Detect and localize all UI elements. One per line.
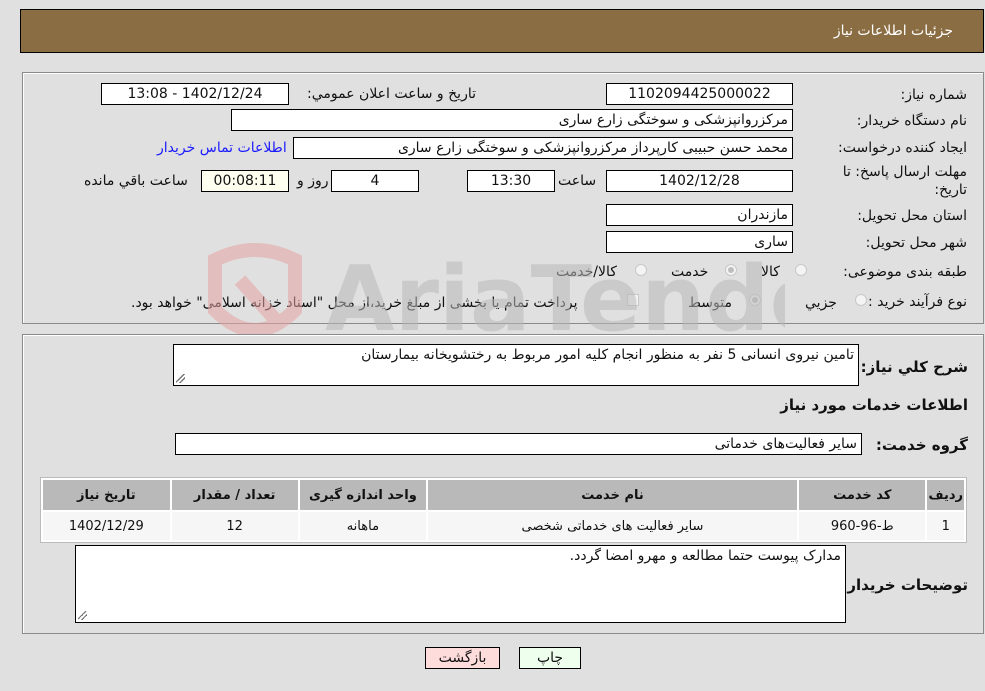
page-title: جزئیات اطلاعات نیاز xyxy=(833,23,953,39)
print-button[interactable]: چاپ xyxy=(519,647,581,669)
city-field[interactable]: ساری xyxy=(606,231,793,253)
process-radio-minor[interactable] xyxy=(855,294,867,306)
deadline-label-2: تاریخ: xyxy=(934,182,967,198)
process-label: نوع فرآیند خرید : xyxy=(868,294,967,310)
col-header-quantity: تعداد / مقدار xyxy=(171,480,298,510)
category-option-goods: کالا xyxy=(761,264,780,280)
need-number-field[interactable]: 1102094425000022 xyxy=(606,83,793,105)
services-table: رديف کد خدمت نام خدمت واحد اندازه گیری ت… xyxy=(40,477,967,543)
category-option-goods-service: کالا/خدمت xyxy=(556,264,617,280)
description-label: شرح كلي نياز: xyxy=(860,358,968,376)
description-text: تامین نیروی انسانی 5 نفر به منظور انجام … xyxy=(361,347,854,363)
deadline-label: مهلت ارسال پاسخ: تا xyxy=(842,164,967,180)
category-radio-goods-service[interactable] xyxy=(635,264,647,276)
buyer-notes-label: توضيحات خريدار: xyxy=(841,576,968,594)
cell-service-code: ط-96-960 xyxy=(799,512,926,540)
announce-label: تاريخ و ساعت اعلان عمومي: xyxy=(307,86,476,102)
category-radio-goods[interactable] xyxy=(795,264,807,276)
cell-row-number: 1 xyxy=(927,512,964,540)
service-group-field[interactable]: سایر فعالیت‌های خدماتی xyxy=(175,433,862,455)
deadline-date-field[interactable]: 1402/12/28 xyxy=(606,170,793,192)
process-option-minor: جزيي xyxy=(805,295,837,311)
days-label: روز و xyxy=(297,173,329,189)
table-row: 1 ط-96-960 سایر فعالیت های خدماتی شخصی م… xyxy=(43,512,964,540)
buyer-notes-text: مدارک پیوست حتما مطالعه و مهرو امضا گردد… xyxy=(569,548,841,564)
province-field[interactable]: مازندران xyxy=(606,204,793,226)
treasury-checkbox[interactable] xyxy=(627,294,639,306)
resize-grip-icon[interactable] xyxy=(78,611,87,620)
process-radio-medium[interactable] xyxy=(749,294,761,306)
treasury-note: پرداخت تمام یا بخشی از مبلغ خرید،از محل … xyxy=(131,295,578,311)
col-header-row-number: رديف xyxy=(927,480,964,510)
services-heading: اطلاعات خدمات مورد نياز xyxy=(780,396,968,414)
process-option-medium: متوسط xyxy=(688,295,732,311)
creator-field[interactable]: محمد حسن حبیبی کارپرداز مرکزروانپزشکی و … xyxy=(293,137,793,159)
col-header-service-name: نام خدمت xyxy=(427,480,798,510)
cell-quantity: 12 xyxy=(171,512,298,540)
category-radio-service[interactable] xyxy=(725,264,737,276)
deadline-time-label: ساعت xyxy=(558,173,597,189)
city-label: شهر محل تحویل: xyxy=(865,235,967,251)
buyer-contact-link[interactable]: اطلاعات تماس خریدار xyxy=(157,140,287,156)
category-label: طبقه بندی موضوعی: xyxy=(843,264,967,280)
table-header-row: رديف کد خدمت نام خدمت واحد اندازه گیری ت… xyxy=(43,480,964,510)
need-number-label: شماره نیاز: xyxy=(900,87,968,103)
province-label: استان محل تحویل: xyxy=(857,208,967,224)
col-header-unit: واحد اندازه گیری xyxy=(299,480,426,510)
creator-label: ایجاد کننده درخواست: xyxy=(838,140,967,156)
remaining-time-label: ساعت باقي مانده xyxy=(84,173,188,189)
col-header-need-date: تاريخ نياز xyxy=(43,480,170,510)
deadline-time-field[interactable]: 13:30 xyxy=(467,170,555,192)
resize-grip-icon[interactable] xyxy=(176,374,185,383)
category-option-service: خدمت xyxy=(671,264,709,280)
announce-datetime-field[interactable]: 1402/12/24 - 13:08 xyxy=(101,83,289,105)
cell-need-date: 1402/12/29 xyxy=(43,512,170,540)
buyer-notes-textarea[interactable]: مدارک پیوست حتما مطالعه و مهرو امضا گردد… xyxy=(75,545,846,623)
remaining-time-field[interactable]: 00:08:11 xyxy=(201,170,289,192)
buyer-org-field[interactable]: مرکزروانپزشکی و سوختگی زارع ساری xyxy=(231,109,793,131)
days-remaining-field[interactable]: 4 xyxy=(331,170,419,192)
page-header: جزئیات اطلاعات نیاز xyxy=(20,9,984,53)
cell-service-name: سایر فعالیت های خدماتی شخصی xyxy=(427,512,798,540)
cell-unit: ماهانه xyxy=(299,512,426,540)
description-textarea[interactable]: تامین نیروی انسانی 5 نفر به منظور انجام … xyxy=(173,344,859,386)
col-header-service-code: کد خدمت xyxy=(799,480,926,510)
service-group-label: گروه خدمت: xyxy=(875,436,968,454)
buyer-org-label: نام دستگاه خریدار: xyxy=(856,113,967,129)
back-button[interactable]: بازگشت xyxy=(425,647,500,669)
